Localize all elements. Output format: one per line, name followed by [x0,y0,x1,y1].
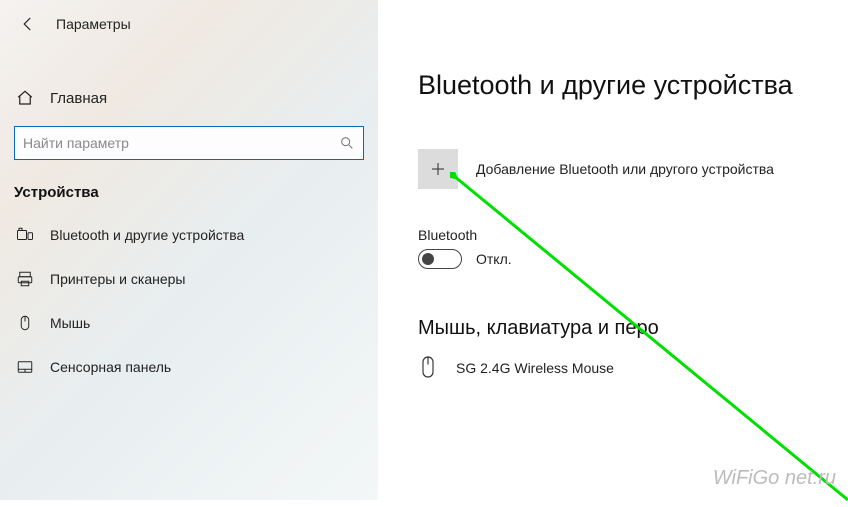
devices-icon [14,224,36,246]
header-row: Параметры [0,0,378,48]
sidebar-item-label: Мышь [50,315,90,331]
home-icon [14,87,36,109]
nav-list: Bluetooth и другие устройства Принтеры и… [0,213,378,389]
page-title: Bluetooth и другие устройства [418,70,848,101]
bluetooth-section: Bluetooth Откл. [418,227,848,269]
bluetooth-toggle[interactable] [418,249,462,269]
sidebar-item-printers[interactable]: Принтеры и сканеры [0,257,378,301]
device-name: SG 2.4G Wireless Mouse [456,360,614,376]
bluetooth-label: Bluetooth [418,227,848,243]
mouse-icon [14,312,36,334]
sidebar-item-mouse[interactable]: Мышь [0,301,378,345]
search-icon [339,135,355,151]
add-device-button[interactable]: Добавление Bluetooth или другого устройс… [418,149,848,189]
nav-home[interactable]: Главная [0,76,378,120]
category-label: Устройства [0,184,378,201]
header-title: Параметры [56,16,131,32]
sidebar: Параметры Главная Устройства Bluetooth и… [0,0,378,500]
add-device-label: Добавление Bluetooth или другого устройс… [476,161,774,177]
mouse-icon [418,354,440,382]
search-input[interactable] [23,135,339,151]
plus-box [418,149,458,189]
sidebar-item-bluetooth[interactable]: Bluetooth и другие устройства [0,213,378,257]
nav-home-label: Главная [50,90,107,107]
arrow-left-icon [19,15,37,33]
sidebar-item-label: Принтеры и сканеры [50,271,185,287]
main-panel: Bluetooth и другие устройства Добавление… [378,0,848,500]
devices-heading: Мышь, клавиатура и перо [418,317,848,340]
sidebar-item-touchpad[interactable]: Сенсорная панель [0,345,378,389]
search-box[interactable] [14,126,364,160]
sidebar-item-label: Сенсорная панель [50,359,171,375]
plus-icon [429,160,447,178]
printer-icon [14,268,36,290]
back-button[interactable] [14,10,42,38]
bluetooth-toggle-state: Откл. [476,251,512,267]
sidebar-item-label: Bluetooth и другие устройства [50,227,244,243]
touchpad-icon [14,356,36,378]
device-row[interactable]: SG 2.4G Wireless Mouse [418,354,848,382]
toggle-knob [422,253,434,265]
bluetooth-toggle-row: Откл. [418,249,848,269]
